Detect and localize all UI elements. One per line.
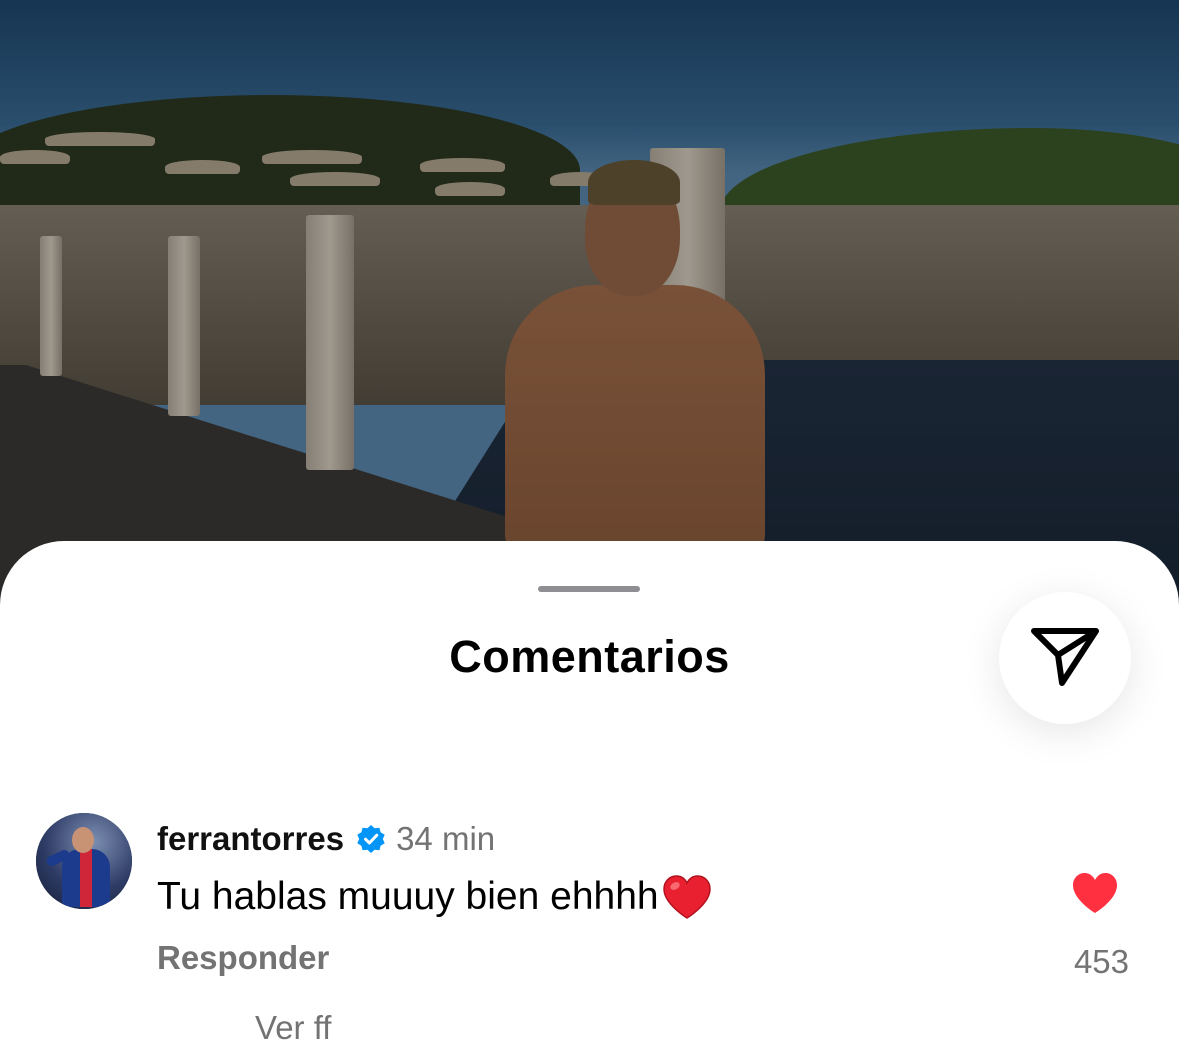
heart-filled-icon[interactable] — [1071, 871, 1119, 915]
comment-timestamp: 34 min — [396, 820, 496, 857]
red-heart-emoji — [661, 873, 713, 921]
view-replies-link[interactable]: Ver ff — [255, 1009, 331, 1047]
share-button[interactable] — [999, 592, 1131, 724]
comment-body: Tu hablas muuuy bien ehhhh — [157, 873, 713, 921]
verified-badge-icon — [356, 824, 386, 854]
avatar[interactable] — [36, 813, 132, 909]
paper-plane-icon — [1030, 625, 1100, 692]
comment-header: ferrantorres 34 min — [157, 817, 495, 861]
photo-dim-overlay — [0, 0, 1179, 620]
reply-button[interactable]: Responder — [157, 939, 329, 977]
username[interactable]: ferrantorres — [157, 820, 344, 858]
comment-text: Tu hablas muuuy bien ehhhh — [157, 875, 659, 918]
avatar-head — [72, 827, 94, 853]
like-count: 453 — [1073, 943, 1129, 980]
sheet-grabber[interactable] — [538, 586, 640, 592]
comment-item: ferrantorres 34 min Tu hablas muuuy bien… — [0, 811, 1179, 1046]
avatar-shirt — [62, 849, 110, 907]
comments-sheet: Comentarios ferrantorres 34 min Tu habla… — [0, 541, 1179, 1046]
post-photo — [0, 0, 1179, 620]
